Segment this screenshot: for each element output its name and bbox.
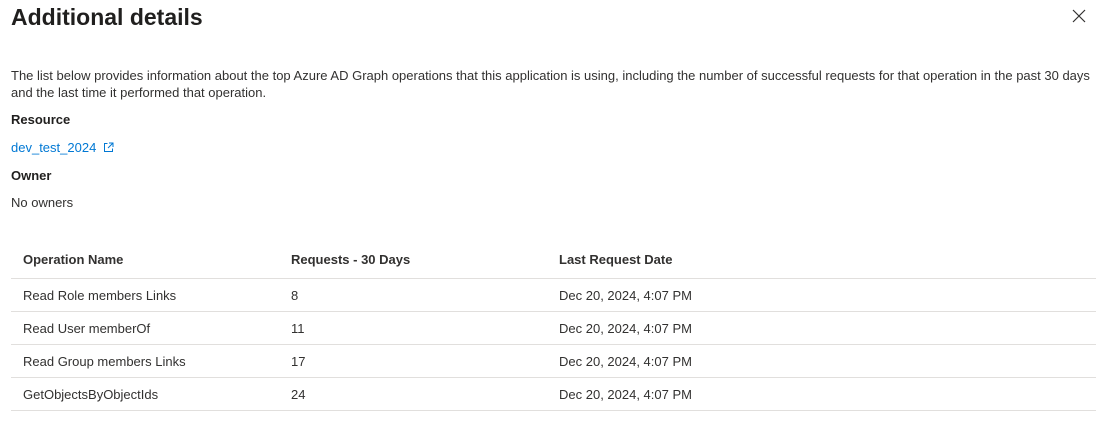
panel-description: The list below provides information abou… — [11, 68, 1090, 100]
column-header-requests: Requests - 30 Days — [279, 240, 547, 279]
column-header-operation-name: Operation Name — [11, 240, 279, 279]
table-row: Read Group members Links 17 Dec 20, 2024… — [11, 344, 1096, 378]
operations-table: Operation Name Requests - 30 Days Last R… — [11, 240, 1096, 411]
table-header-row: Operation Name Requests - 30 Days Last R… — [11, 240, 1096, 279]
table-row: GetObjectsByObjectIds 24 Dec 20, 2024, 4… — [11, 377, 1096, 411]
operation-name-cell: Read Group members Links — [11, 344, 279, 378]
requests-cell: 24 — [279, 377, 547, 411]
close-icon — [1072, 9, 1086, 23]
last-request-cell: Dec 20, 2024, 4:07 PM — [547, 377, 1096, 411]
owner-value: No owners — [11, 195, 74, 210]
panel-title: Additional details — [11, 4, 203, 30]
table-row: Read User memberOf 11 Dec 20, 2024, 4:07… — [11, 311, 1096, 345]
operation-name-cell: Read Role members Links — [11, 278, 279, 312]
requests-cell: 17 — [279, 344, 547, 378]
last-request-cell: Dec 20, 2024, 4:07 PM — [547, 278, 1096, 312]
requests-cell: 11 — [279, 311, 547, 345]
last-request-cell: Dec 20, 2024, 4:07 PM — [547, 344, 1096, 378]
column-header-last-request-date: Last Request Date — [547, 240, 1096, 279]
resource-link[interactable]: dev_test_2024 — [11, 140, 114, 155]
operation-name-cell: Read User memberOf — [11, 311, 279, 345]
table-row: Read Role members Links 8 Dec 20, 2024, … — [11, 278, 1096, 312]
external-link-icon — [104, 142, 114, 152]
resource-link-text: dev_test_2024 — [11, 140, 97, 155]
operation-name-cell: GetObjectsByObjectIds — [11, 377, 279, 411]
owner-label: Owner — [11, 168, 52, 183]
last-request-cell: Dec 20, 2024, 4:07 PM — [547, 311, 1096, 345]
close-button[interactable] — [1068, 5, 1090, 27]
resource-label: Resource — [11, 112, 71, 127]
requests-cell: 8 — [279, 278, 547, 312]
additional-details-panel: Additional details The list below provid… — [0, 0, 1114, 421]
